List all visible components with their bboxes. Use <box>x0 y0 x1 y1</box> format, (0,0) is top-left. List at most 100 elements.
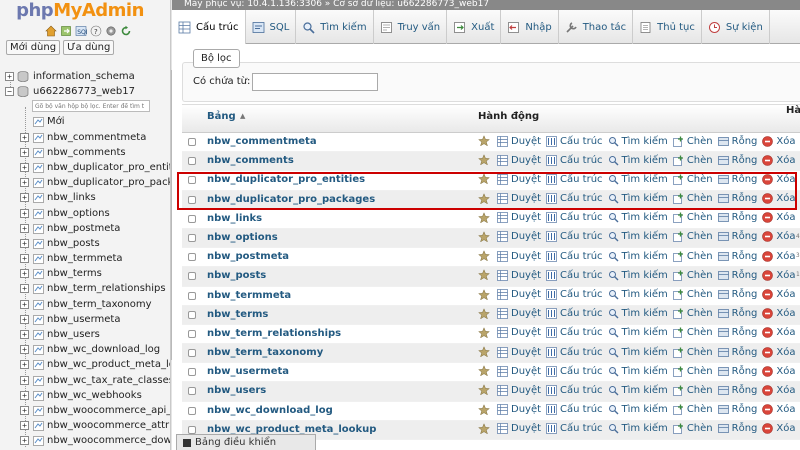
filter-input[interactable] <box>252 73 378 91</box>
expand-icon[interactable]: + <box>20 314 29 324</box>
structure-action[interactable]: Cấu trúc <box>546 385 603 396</box>
expand-icon[interactable]: + <box>20 254 29 264</box>
empty-action[interactable]: Rỗng <box>717 366 757 377</box>
search-action[interactable]: Tìm kiếm <box>608 404 668 415</box>
search-action[interactable]: Tìm kiếm <box>608 308 668 319</box>
row-checkbox[interactable] <box>188 310 196 319</box>
drop-action[interactable]: Xóa <box>762 155 796 166</box>
insert-action[interactable]: Chèn <box>672 308 713 319</box>
drop-action[interactable]: Xóa <box>762 231 796 242</box>
drop-action[interactable]: Xóa <box>762 347 796 358</box>
expand-icon[interactable]: + <box>20 284 29 294</box>
console-bar[interactable]: Bảng điều khiển <box>176 434 316 450</box>
expand-icon[interactable]: + <box>20 223 29 233</box>
collapse-icon[interactable]: − <box>5 87 14 97</box>
tab-routines[interactable]: Thủ tục <box>633 10 702 44</box>
tree-item-table[interactable]: + nbw_term_taxonomy <box>0 297 170 312</box>
search-action[interactable]: Tìm kiếm <box>608 327 668 338</box>
browse-action[interactable]: Duyệt <box>497 308 541 319</box>
drop-action[interactable]: Xóa <box>762 174 796 185</box>
structure-action[interactable]: Cấu trúc <box>546 404 603 415</box>
browse-action[interactable]: Duyệt <box>497 212 541 223</box>
table-name-link[interactable]: nbw_options <box>207 232 278 243</box>
row-checkbox[interactable] <box>188 368 196 377</box>
column-header-table[interactable]: Bảng <box>207 111 236 122</box>
row-checkbox[interactable] <box>188 406 196 415</box>
tree-item-table[interactable]: + nbw_posts <box>0 236 170 251</box>
settings-icon[interactable] <box>104 24 117 37</box>
insert-action[interactable]: Chèn <box>672 289 713 300</box>
tree-item-table[interactable]: + nbw_wc_tax_rate_classes <box>0 373 170 388</box>
expand-icon[interactable]: + <box>20 330 29 339</box>
structure-action[interactable]: Cấu trúc <box>546 212 603 223</box>
table-name-link[interactable]: nbw_duplicator_pro_packages <box>207 194 375 205</box>
tree-item-table[interactable]: + nbw_usermeta <box>0 312 170 327</box>
breadcrumb[interactable]: Máy phục vụ: 10.4.1.136:3306 » Cơ sở dữ … <box>172 0 800 10</box>
query-window-icon[interactable]: SQL <box>74 24 87 37</box>
empty-action[interactable]: Rỗng <box>717 155 757 166</box>
browse-action[interactable]: Duyệt <box>497 251 541 262</box>
favorite-star-icon[interactable] <box>478 192 490 205</box>
empty-action[interactable]: Rỗng <box>717 136 757 147</box>
browse-action[interactable]: Duyệt <box>497 193 541 204</box>
empty-action[interactable]: Rỗng <box>717 347 757 358</box>
drop-action[interactable]: Xóa <box>762 193 796 204</box>
table-name-link[interactable]: nbw_users <box>207 385 266 396</box>
browse-action[interactable]: Duyệt <box>497 385 541 396</box>
row-checkbox[interactable] <box>188 272 196 281</box>
row-checkbox[interactable] <box>188 214 196 223</box>
insert-action[interactable]: Chèn <box>672 366 713 377</box>
expand-icon[interactable]: + <box>20 421 29 431</box>
tab-sql[interactable]: SQL <box>246 10 297 44</box>
favorite-star-icon[interactable] <box>478 231 490 243</box>
favorite-star-icon[interactable] <box>478 422 490 435</box>
reload-icon[interactable] <box>119 24 132 37</box>
tree-item-information-schema[interactable]: + information_schema <box>0 69 170 84</box>
drop-action[interactable]: Xóa <box>762 136 796 147</box>
browse-action[interactable]: Duyệt <box>497 404 541 415</box>
browse-action[interactable]: Duyệt <box>497 327 541 338</box>
insert-action[interactable]: Chèn <box>672 327 713 338</box>
table-name-link[interactable]: nbw_duplicator_pro_entities <box>207 174 365 185</box>
search-action[interactable]: Tìm kiếm <box>608 212 668 223</box>
tree-item-table[interactable]: + nbw_wc_download_log <box>0 342 170 357</box>
browse-action[interactable]: Duyệt <box>497 423 541 434</box>
row-checkbox[interactable] <box>188 138 196 146</box>
structure-action[interactable]: Cấu trúc <box>546 423 603 434</box>
expand-icon[interactable]: + <box>20 162 29 172</box>
insert-action[interactable]: Chèn <box>672 212 713 223</box>
expand-icon[interactable]: + <box>20 178 29 188</box>
insert-action[interactable]: Chèn <box>672 423 713 434</box>
empty-action[interactable]: Rỗng <box>717 193 757 204</box>
structure-action[interactable]: Cấu trúc <box>546 231 603 242</box>
empty-action[interactable]: Rỗng <box>717 327 757 338</box>
favorite-star-icon[interactable] <box>478 173 490 185</box>
expand-icon[interactable]: + <box>20 360 29 370</box>
search-action[interactable]: Tìm kiếm <box>608 289 668 300</box>
table-name-link[interactable]: nbw_comments <box>207 155 294 166</box>
browse-action[interactable]: Duyệt <box>497 174 541 185</box>
expand-icon[interactable]: + <box>20 299 29 309</box>
drop-action[interactable]: Xóa <box>762 212 796 223</box>
expand-icon[interactable]: + <box>20 390 29 400</box>
table-filter-input[interactable] <box>32 100 150 113</box>
browse-action[interactable]: Duyệt <box>497 347 541 358</box>
search-action[interactable]: Tìm kiếm <box>608 136 668 147</box>
empty-action[interactable]: Rỗng <box>717 212 757 223</box>
tree-item-new[interactable]: Mới <box>0 114 170 129</box>
row-checkbox[interactable] <box>188 349 196 358</box>
structure-action[interactable]: Cấu trúc <box>546 155 603 166</box>
drop-action[interactable]: Xóa <box>762 289 796 300</box>
favorite-star-icon[interactable] <box>478 365 490 377</box>
tree-item-table[interactable]: + nbw_terms <box>0 266 170 281</box>
structure-action[interactable]: Cấu trúc <box>546 366 603 377</box>
drop-action[interactable]: Xóa <box>762 327 796 338</box>
structure-action[interactable]: Cấu trúc <box>546 251 603 262</box>
favorite-star-icon[interactable] <box>478 288 490 301</box>
insert-action[interactable]: Chèn <box>672 174 713 185</box>
search-action[interactable]: Tìm kiếm <box>608 385 668 396</box>
tree-item-table[interactable]: + nbw_term_relationships <box>0 281 170 296</box>
table-name-link[interactable]: nbw_links <box>207 213 262 224</box>
tab-export[interactable]: Xuất <box>447 10 502 44</box>
favorite-star-icon[interactable] <box>478 211 490 224</box>
